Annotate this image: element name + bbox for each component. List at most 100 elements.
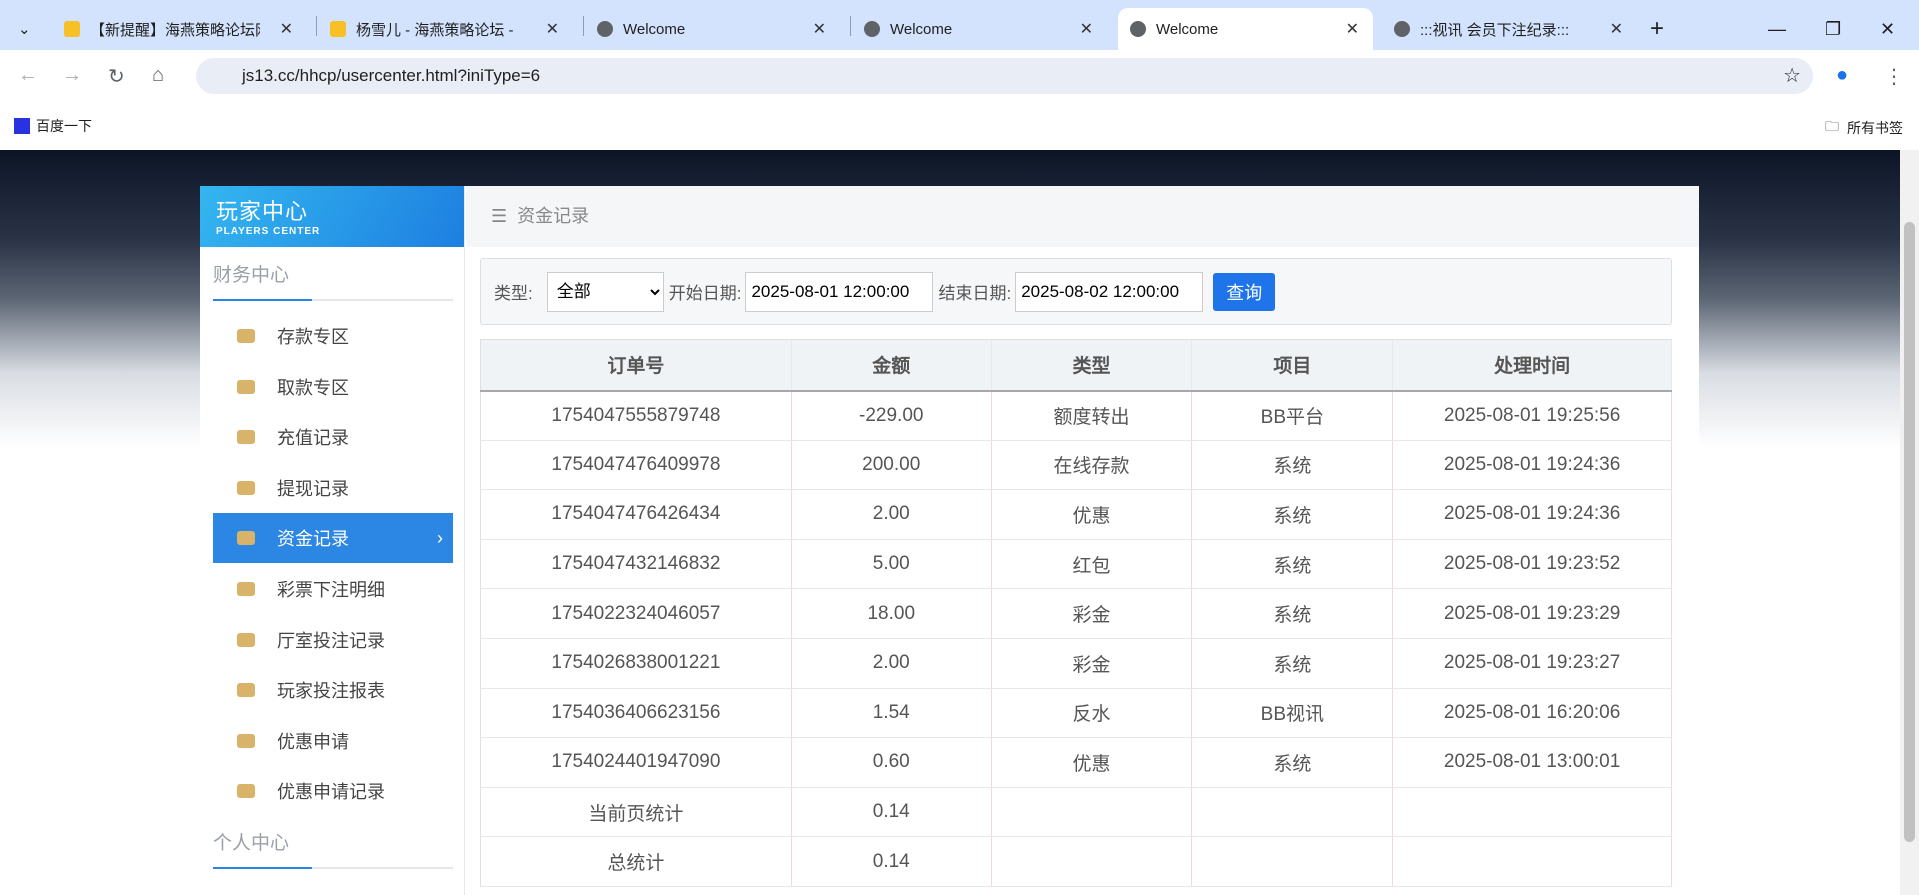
sidebar-item[interactable]: 玩家投注报表: [213, 665, 453, 715]
sidebar-item[interactable]: 提现记录: [213, 463, 453, 513]
reload-button[interactable]: ↻: [108, 64, 125, 89]
table-cell: 优惠: [991, 489, 1193, 540]
table-cell: BB视讯: [1191, 688, 1394, 739]
table-row: 1754047432146832 5.00 红包 系统 2025-08-01 19:23…: [480, 539, 1672, 590]
table-cell: 2025-08-01 19:24:36: [1392, 440, 1672, 491]
query-button[interactable]: 查询: [1213, 272, 1276, 311]
column-header: 项目: [1191, 339, 1394, 392]
globe-icon: [1130, 21, 1146, 37]
menu-item-icon: [237, 683, 255, 698]
section-personal: 个人中心: [213, 828, 453, 869]
tab-search-button[interactable]: ⌄: [8, 8, 40, 50]
table-row: 1754047476409978 200.00 在线存款 系统 2025-08-01 1…: [480, 440, 1672, 491]
home-button[interactable]: ⌂: [152, 64, 164, 87]
column-header: 类型: [991, 339, 1193, 392]
sidebar-item[interactable]: 优惠申请记录: [213, 766, 453, 816]
table-cell: 1754036406623156: [480, 688, 792, 739]
folder-icon: 🗀: [1825, 118, 1839, 134]
table-cell: 2025-08-01 19:23:52: [1392, 539, 1672, 590]
end-date-input[interactable]: [1015, 271, 1204, 312]
table-cell: 1754047432146832: [480, 539, 792, 590]
summary-value: 0.14: [791, 787, 992, 838]
column-header: 金额: [791, 339, 992, 392]
close-tab-icon[interactable]: ✕: [280, 19, 293, 39]
user-center-panel: 玩家中心 PLAYERS CENTER 财务中心 存款专区 取款专区 充值记录 提现记…: [200, 186, 1699, 895]
new-tab-button[interactable]: +: [1650, 8, 1664, 50]
scrollbar-thumb[interactable]: [1904, 222, 1915, 842]
all-bookmarks[interactable]: 🗀 所有书签: [1825, 116, 1903, 140]
tab-separator: [850, 16, 851, 36]
menu-item-icon: [237, 632, 255, 647]
column-header: 处理时间: [1392, 339, 1672, 392]
sidebar-item[interactable]: 厅室投注记录: [213, 615, 453, 665]
table-cell: 反水: [991, 688, 1193, 739]
summary-value: 0.14: [791, 836, 992, 887]
close-tab-icon[interactable]: ✕: [1346, 19, 1359, 39]
chevron-right-icon: ›: [437, 527, 443, 548]
tab-separator: [316, 16, 317, 36]
tab-separator: [583, 16, 584, 36]
table-row: 1754024401947090 0.60 优惠 系统 2025-08-01 13:00…: [480, 737, 1672, 788]
menu-item-icon: [237, 531, 255, 546]
table-cell: 1754047555879748: [480, 390, 792, 441]
filter-bar: 类型: 全部 开始日期: 结束日期: 查询: [480, 258, 1672, 325]
players-center-logo: 玩家中心 PLAYERS CENTER: [200, 186, 464, 247]
maximize-button[interactable]: ❐: [1825, 8, 1841, 50]
sidebar-item[interactable]: 优惠申请: [213, 716, 453, 766]
sidebar: 玩家中心 PLAYERS CENTER 财务中心 存款专区 取款专区 充值记录 提现记…: [200, 186, 465, 895]
table-cell: 系统: [1191, 588, 1394, 639]
close-tab-icon[interactable]: ✕: [1080, 19, 1093, 39]
sidebar-item[interactable]: 充值记录: [213, 412, 453, 462]
summary-row: 当前页统计 0.14: [480, 787, 1672, 838]
table-cell: 1754047476409978: [480, 440, 792, 491]
type-select[interactable]: 全部: [546, 271, 664, 312]
close-tab-icon[interactable]: ✕: [1610, 19, 1623, 39]
summary-label: 当前页统计: [480, 787, 792, 838]
table-cell: 2025-08-01 19:24:36: [1392, 489, 1672, 540]
table-cell: 2025-08-01 13:00:01: [1392, 737, 1672, 788]
url-input[interactable]: js13.cc/hhcp/usercenter.html?iniType=6 ☆: [196, 58, 1813, 94]
browser-tab[interactable]: Welcome ✕: [585, 8, 840, 50]
start-date-input[interactable]: [745, 271, 934, 312]
browser-tab[interactable]: 【新提醒】海燕策略论坛网 ✕: [52, 8, 307, 50]
table-cell: 1754026838001221: [480, 638, 792, 689]
menu-item-icon: [237, 480, 255, 495]
globe-icon: [864, 21, 880, 37]
table-cell: 1754047476426434: [480, 489, 792, 540]
table-cell: 系统: [1191, 440, 1394, 491]
forum-favicon: [330, 21, 346, 37]
menu-item-icon: [237, 582, 255, 596]
browser-tab[interactable]: Welcome ✕: [1118, 8, 1373, 50]
table-cell: 2025-08-01 19:23:29: [1392, 588, 1672, 639]
menu-icon[interactable]: ⋮: [1884, 64, 1904, 89]
bookmark-baidu[interactable]: 百度一下: [14, 116, 92, 136]
minimize-button[interactable]: —: [1768, 8, 1786, 50]
table-cell: 5.00: [791, 539, 992, 590]
sidebar-item[interactable]: 取款专区: [213, 362, 453, 412]
sidebar-item[interactable]: 存款专区: [213, 311, 453, 361]
globe-icon: [597, 21, 613, 37]
table-cell: 额度转出: [991, 390, 1193, 441]
browser-tab[interactable]: 杨雪儿 - 海燕策略论坛 - ✕: [318, 8, 573, 50]
close-tab-icon[interactable]: ✕: [546, 19, 559, 39]
table-cell: -229.00: [791, 390, 992, 441]
start-date-label: 开始日期:: [668, 284, 742, 303]
section-finance: 财务中心: [213, 260, 453, 301]
sidebar-item[interactable]: 彩票下注明细: [213, 564, 453, 614]
forum-favicon: [64, 21, 80, 37]
table-row: 1754026838001221 2.00 彩金 系统 2025-08-01 19:23…: [480, 638, 1672, 689]
bookmarks-bar: 百度一下 🗀 所有书签: [0, 100, 1919, 150]
table-cell: 彩金: [991, 588, 1193, 639]
table-cell: BB平台: [1191, 390, 1394, 441]
main-content: ☰ 资金记录 类型: 全部 开始日期: 结束日期: 查询 订单号金额类型项目处理…: [466, 186, 1699, 887]
close-window-button[interactable]: ✕: [1880, 8, 1895, 50]
forward-button[interactable]: →: [62, 64, 82, 87]
close-tab-icon[interactable]: ✕: [813, 19, 826, 39]
back-button[interactable]: ←: [18, 64, 38, 87]
browser-tab[interactable]: Welcome ✕: [852, 8, 1107, 50]
browser-tab[interactable]: :::视讯 会员下注纪录::: ✕: [1382, 8, 1637, 50]
profile-icon[interactable]: ●: [1836, 64, 1848, 87]
sidebar-item[interactable]: 资金记录 ›: [213, 513, 453, 564]
star-icon[interactable]: ☆: [1783, 58, 1801, 94]
scrollbar[interactable]: [1900, 150, 1919, 895]
